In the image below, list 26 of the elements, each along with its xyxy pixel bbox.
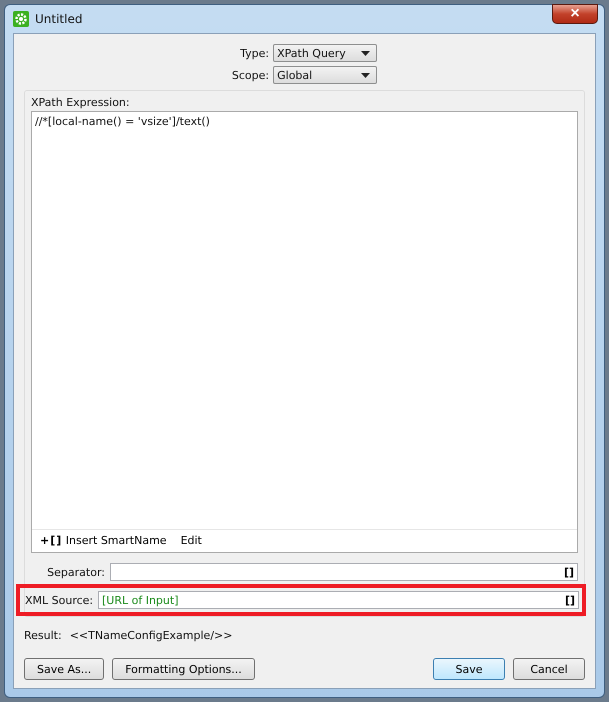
xml-source-field[interactable]: [URL of Input] [] (98, 591, 579, 609)
window-title: Untitled (35, 12, 82, 26)
dialog-button[interactable]: Cancel (513, 658, 585, 680)
dialog-button[interactable]: Formatting Options... (112, 658, 255, 680)
close-button[interactable]: × (552, 4, 598, 24)
insert-smartname-button[interactable]: +[] Insert SmartName (40, 534, 167, 547)
xml-source-label: XML Source: (25, 594, 93, 606)
expression-label: XPath Expression: (31, 96, 131, 109)
smartname-button[interactable]: [] (564, 566, 574, 578)
dialog-button[interactable]: Save As... (24, 658, 104, 680)
dialog-button[interactable]: Save (433, 658, 505, 680)
separator-label: Separator: (46, 566, 105, 578)
type-label: Type: (239, 46, 270, 60)
result-value: <<TNameConfigExample/>> (70, 629, 232, 642)
caret-icon (361, 72, 370, 78)
smartname-button[interactable]: [] (564, 594, 575, 606)
gear-icon (13, 11, 29, 27)
scope-label: Scope: (232, 68, 270, 82)
expression-editor[interactable]: //*[local-name() = 'vsize']/text() +[] Insert SmartName Edit (31, 111, 578, 553)
scope-dropdown[interactable]: Global (273, 66, 378, 84)
edit-button[interactable]: Edit (180, 534, 202, 547)
result-label: Result: (24, 629, 62, 642)
type-dropdown[interactable]: XPath Query (273, 44, 378, 62)
expression-text: //*[local-name() = 'vsize']/text() (34, 114, 211, 130)
separator-field[interactable]: [] (110, 563, 578, 581)
caret-icon (361, 50, 370, 56)
